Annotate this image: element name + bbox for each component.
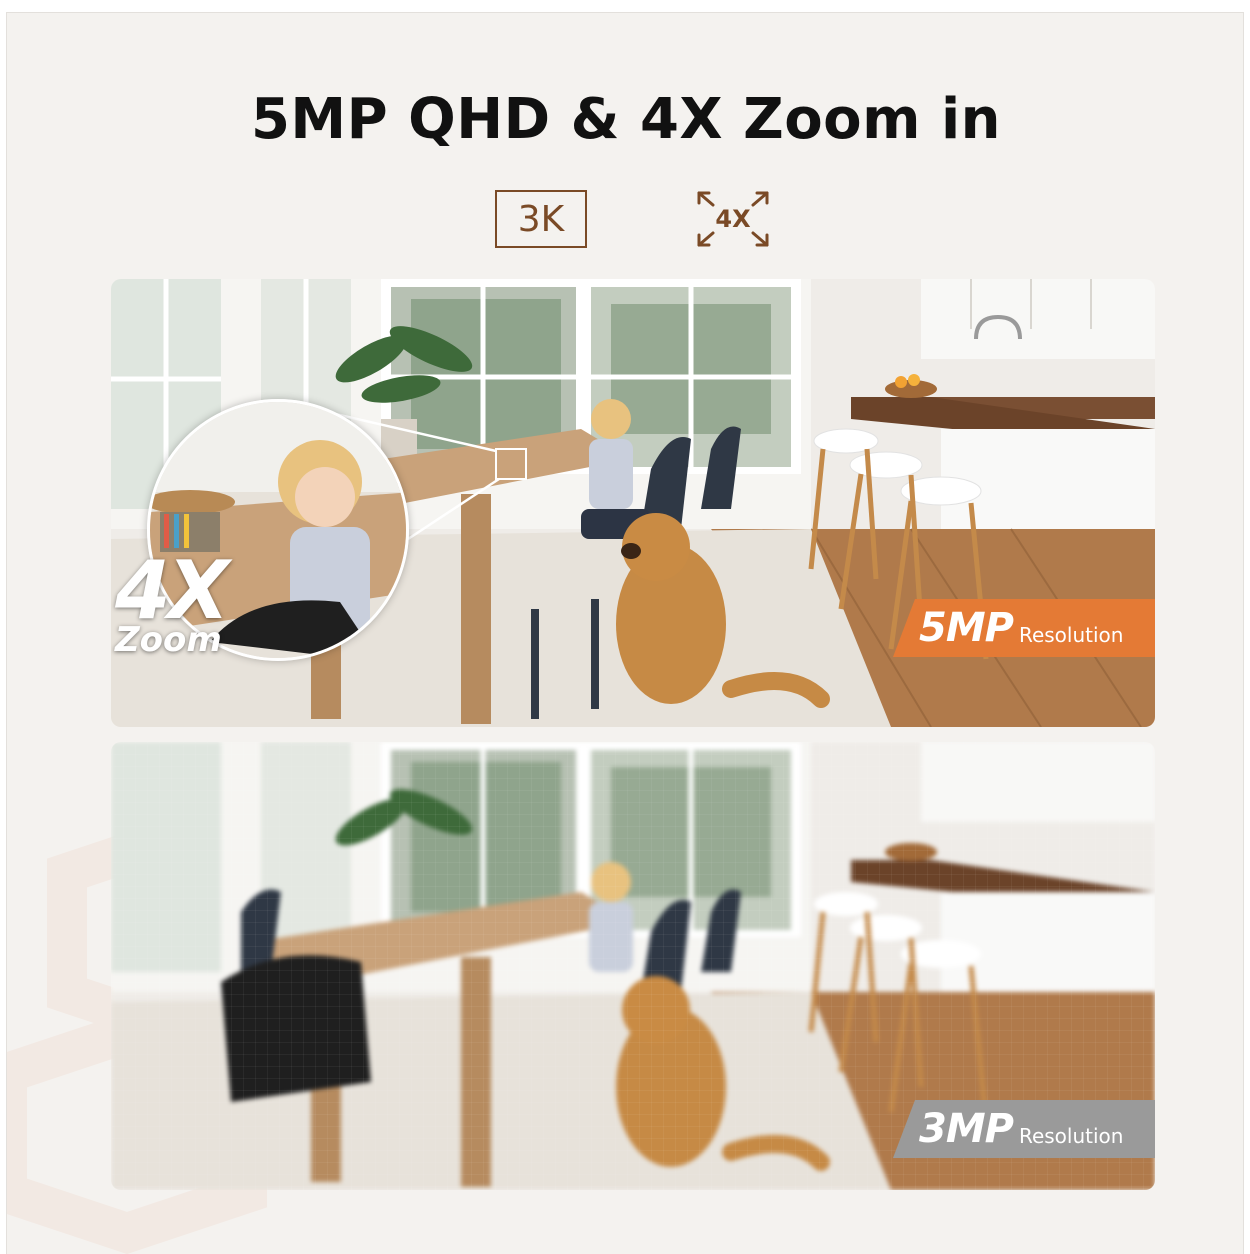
zoom-inset-small: Zoom [115, 620, 222, 660]
product-banner: 5MP QHD & 4X Zoom in 3K 4X 4X Zoom 5MP R… [6, 12, 1244, 1254]
resolution-label-big: 5MP [919, 605, 1014, 651]
resolution-label-small: Resolution [1018, 1124, 1124, 1148]
zoom-badge: 4X [695, 189, 771, 249]
resolution-label-big: 3MP [919, 1106, 1014, 1152]
image-3mp-sample: 3MP Resolution [111, 742, 1155, 1190]
resolution-label-small: Resolution [1018, 623, 1124, 647]
zoom-badge-label: 4X [715, 205, 751, 233]
zoom-inset-big: 4X [115, 544, 229, 637]
resolution-badge: 3K [495, 190, 587, 248]
page-title: 5MP QHD & 4X Zoom in [250, 87, 1002, 152]
zoom-inset-label: 4X Zoom [115, 544, 229, 660]
image-5mp-sample: 4X Zoom 5MP Resolution [111, 279, 1155, 727]
resolution-label-5mp: 5MP Resolution [893, 599, 1155, 657]
resolution-label-3mp: 3MP Resolution [893, 1100, 1155, 1158]
